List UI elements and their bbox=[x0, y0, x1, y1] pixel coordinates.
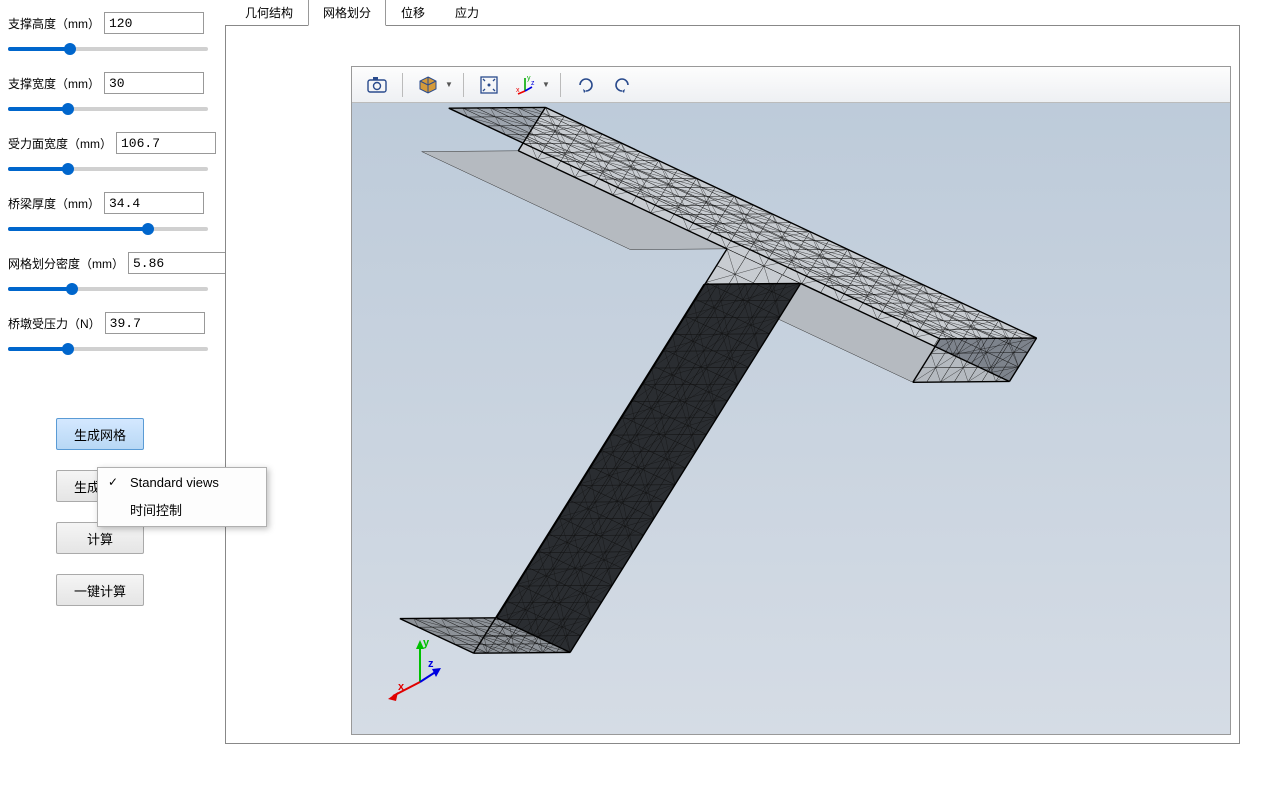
param-bridge-thickness: 桥梁厚度（mm） bbox=[8, 192, 212, 238]
param-support-height: 支撑高度（mm） bbox=[8, 12, 212, 58]
support-height-input[interactable] bbox=[104, 12, 204, 34]
toolbar-separator bbox=[560, 73, 561, 97]
menu-item-label: Standard views bbox=[130, 475, 219, 490]
param-label: 桥梁厚度（mm） bbox=[8, 195, 100, 212]
svg-text:z: z bbox=[428, 658, 434, 670]
viewport-toolbar: ▼ yxz ▼ bbox=[352, 67, 1230, 103]
menu-item-label: 时间控制 bbox=[130, 503, 182, 518]
param-mesh-density: 网格划分密度（mm） bbox=[8, 252, 212, 298]
tab-displacement[interactable]: 位移 bbox=[386, 0, 440, 26]
param-pier-pressure: 桥墩受压力（N） bbox=[8, 312, 212, 358]
force-face-width-input[interactable] bbox=[116, 132, 216, 154]
mesh-model bbox=[352, 103, 1230, 762]
viewport-3d[interactable]: ▼ y x z ▼ bbox=[351, 66, 1231, 735]
pier-pressure-input[interactable] bbox=[105, 312, 205, 334]
param-label: 网格划分密度（mm） bbox=[8, 255, 124, 272]
rotate-cw-icon[interactable] bbox=[569, 70, 603, 100]
menu-item-time-control[interactable]: 时间控制 bbox=[98, 495, 266, 524]
rotate-ccw-icon[interactable] bbox=[605, 70, 639, 100]
chevron-down-icon[interactable]: ▼ bbox=[445, 80, 455, 89]
tab-mesh[interactable]: 网格划分 bbox=[308, 0, 386, 26]
mesh-density-input[interactable] bbox=[128, 252, 228, 274]
param-label: 支撑高度（mm） bbox=[8, 15, 100, 32]
axis-triad: y x z bbox=[385, 634, 455, 704]
svg-text:y: y bbox=[423, 637, 430, 649]
support-height-slider[interactable] bbox=[8, 40, 208, 58]
fit-view-icon[interactable] bbox=[472, 70, 506, 100]
param-support-width: 支撑宽度（mm） bbox=[8, 72, 212, 118]
pier-pressure-slider[interactable] bbox=[8, 340, 208, 358]
param-label: 支撑宽度（mm） bbox=[8, 75, 100, 92]
param-label: 受力面宽度（mm） bbox=[8, 135, 112, 152]
svg-text:x: x bbox=[516, 87, 520, 94]
menu-item-standard-views[interactable]: ✓ Standard views bbox=[98, 470, 266, 495]
svg-text:z: z bbox=[531, 80, 535, 87]
viewport-frame: ▼ y x z ▼ bbox=[225, 25, 1240, 744]
main-area: 几何结构 网格划分 位移 应力 ▼ y x z bbox=[225, 0, 1268, 802]
camera-icon[interactable] bbox=[360, 70, 394, 100]
support-width-slider[interactable] bbox=[8, 100, 208, 118]
svg-text:x: x bbox=[398, 681, 405, 693]
toolbar-separator bbox=[463, 73, 464, 97]
axes-icon[interactable]: yxz bbox=[508, 70, 542, 100]
check-icon: ✓ bbox=[108, 475, 118, 489]
force-face-width-slider[interactable] bbox=[8, 160, 208, 178]
cube-icon[interactable] bbox=[411, 70, 445, 100]
chevron-down-icon[interactable]: ▼ bbox=[542, 80, 552, 89]
support-width-input[interactable] bbox=[104, 72, 204, 94]
toolbar-separator bbox=[402, 73, 403, 97]
tabs: 几何结构 网格划分 位移 应力 bbox=[225, 0, 1268, 26]
generate-mesh-button[interactable]: 生成网格 bbox=[56, 418, 144, 450]
bridge-thickness-slider[interactable] bbox=[8, 220, 208, 238]
tab-stress[interactable]: 应力 bbox=[440, 0, 494, 26]
context-menu: ✓ Standard views 时间控制 bbox=[97, 467, 267, 527]
tab-geometry[interactable]: 几何结构 bbox=[230, 0, 308, 26]
one-click-compute-button[interactable]: 一键计算 bbox=[56, 574, 144, 606]
mesh-density-slider[interactable] bbox=[8, 280, 208, 298]
param-label: 桥墩受压力（N） bbox=[8, 315, 101, 332]
param-force-face-width: 受力面宽度（mm） bbox=[8, 132, 212, 178]
bridge-thickness-input[interactable] bbox=[104, 192, 204, 214]
